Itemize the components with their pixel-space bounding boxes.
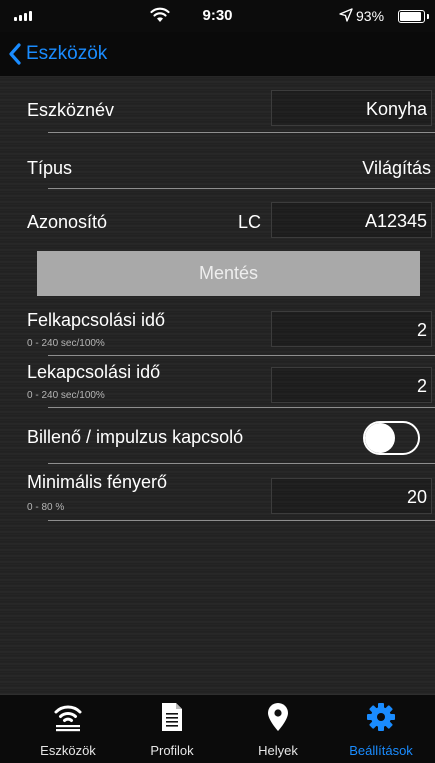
on-time-label: Felkapcsolási idő — [27, 310, 166, 330]
off-time-hint: 0 - 240 sec/100% — [27, 390, 105, 401]
toggle-switch-label: Billenő / impulzus kapcsoló — [27, 427, 244, 447]
tab-profiles[interactable]: Profilok — [118, 695, 226, 763]
chevron-left-icon — [9, 43, 21, 65]
toggle-knob — [365, 423, 395, 453]
device-name-input[interactable]: Konyha — [271, 90, 432, 126]
min-brightness-hint: 0 - 80 % — [27, 502, 65, 513]
battery-tip — [427, 14, 429, 19]
wifi-icon — [54, 705, 82, 732]
min-brightness-row: Minimális fényerő 0 - 80 % 20 — [0, 468, 435, 523]
tab-settings[interactable]: Beállítások — [327, 695, 435, 763]
back-button[interactable]: Eszközök — [8, 38, 107, 70]
battery-percentage: 93% — [356, 8, 385, 24]
device-name-row: Eszköznév Konyha — [0, 90, 435, 134]
tab-settings-label: Beállítások — [349, 743, 413, 758]
on-time-row: Felkapcsolási idő 0 - 240 sec/100% 2 — [0, 308, 435, 358]
tab-devices-label: Eszközök — [40, 743, 96, 758]
row-divider — [48, 132, 435, 133]
on-time-hint: 0 - 240 sec/100% — [27, 338, 105, 349]
type-label: Típus — [27, 158, 73, 178]
off-time-label: Lekapcsolási idő — [27, 362, 161, 382]
document-icon — [162, 703, 182, 731]
off-time-input[interactable]: 2 — [271, 367, 432, 403]
identifier-prefix: LC — [238, 212, 262, 232]
device-name-label: Eszköznév — [27, 100, 115, 120]
battery-level — [400, 12, 422, 21]
type-value: Világítás — [362, 158, 431, 178]
identifier-row: Azonosító LC A12345 — [0, 202, 435, 246]
tab-bar: Eszközök Profilok Helyek Beállítások — [0, 694, 435, 763]
min-brightness-input[interactable]: 20 — [271, 478, 432, 514]
save-button[interactable]: Mentés — [37, 251, 420, 296]
map-pin-icon — [268, 703, 288, 731]
identifier-label: Azonosító — [27, 212, 108, 232]
off-time-row: Lekapcsolási idő 0 - 240 sec/100% 2 — [0, 360, 435, 410]
row-divider — [48, 355, 435, 356]
row-divider — [48, 520, 435, 521]
tab-devices[interactable]: Eszközök — [14, 695, 122, 763]
row-divider — [48, 463, 435, 464]
battery-icon — [398, 10, 425, 23]
on-time-input[interactable]: 2 — [271, 311, 432, 347]
navigation-bar: Eszközök — [0, 32, 435, 76]
row-divider — [48, 188, 435, 189]
identifier-input[interactable]: A12345 — [271, 202, 432, 238]
tab-places[interactable]: Helyek — [224, 695, 332, 763]
row-divider — [48, 407, 435, 408]
settings-screen: 9:30 93% Eszközök Eszköznév Konyha Típus… — [0, 0, 435, 763]
tab-profiles-label: Profilok — [150, 743, 194, 758]
back-button-label: Eszközök — [26, 43, 108, 64]
tab-places-label: Helyek — [258, 743, 298, 758]
status-bar: 9:30 93% — [0, 0, 435, 32]
type-row: Típus Világítás — [0, 144, 435, 190]
location-arrow-icon — [339, 8, 353, 22]
pulse-switch-toggle[interactable] — [363, 421, 420, 455]
min-brightness-label: Minimális fényerő — [27, 472, 168, 492]
gear-icon — [367, 703, 395, 731]
